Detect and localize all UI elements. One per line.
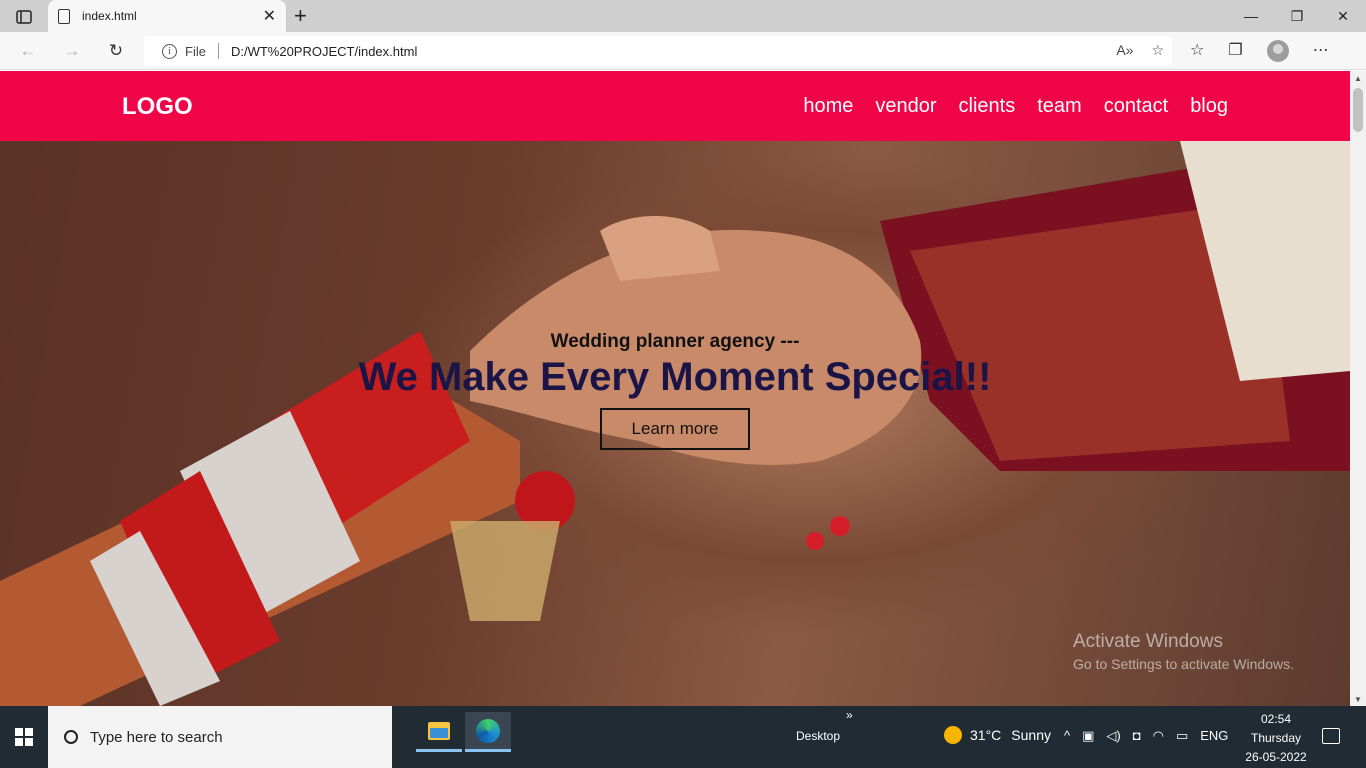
read-aloud-icon[interactable]: A» xyxy=(1116,42,1133,59)
search-icon xyxy=(64,730,78,744)
document-icon xyxy=(58,8,70,24)
chevron-up-icon[interactable]: ^ xyxy=(1064,728,1070,744)
language-indicator[interactable]: ENG xyxy=(1200,728,1228,744)
site-menu: home vendor clients team contact blog xyxy=(803,95,1228,118)
nav-link-blog[interactable]: blog xyxy=(1190,95,1228,118)
address-bar-actions: A» ☆ xyxy=(1116,42,1164,59)
hero-title: We Make Every Moment Special!! xyxy=(358,355,992,399)
nav-link-contact[interactable]: contact xyxy=(1104,95,1168,118)
scroll-down-icon[interactable]: ▼ xyxy=(1350,695,1366,704)
favorites-icon[interactable]: ☆ xyxy=(1190,40,1204,62)
network-drive-icon[interactable]: ▣ xyxy=(1082,728,1094,744)
battery-icon[interactable]: ▭ xyxy=(1176,728,1188,744)
browser-tab-bar: index.html ✕ + — ❐ ✕ xyxy=(0,0,1366,32)
watermark-title: Activate Windows xyxy=(1073,631,1223,652)
scrollbar-thumb[interactable] xyxy=(1353,88,1363,132)
edge-icon xyxy=(476,718,500,743)
scroll-up-icon[interactable]: ▲ xyxy=(1350,74,1366,83)
sun-icon xyxy=(944,726,962,744)
divider xyxy=(217,43,219,59)
clock-date: 26-05-2022 xyxy=(1245,750,1307,764)
nav-link-clients[interactable]: clients xyxy=(959,95,1016,118)
desktop-toolbar-label[interactable]: Desktop xyxy=(796,729,840,743)
edge-button[interactable] xyxy=(465,712,511,752)
info-icon[interactable]: i xyxy=(162,43,177,59)
scheme-label: File xyxy=(185,43,206,59)
camera-icon[interactable]: ◘ xyxy=(1133,728,1141,744)
address-bar[interactable]: i File D:/WT%20PROJECT/index.html A» ☆ xyxy=(144,36,1172,66)
url-text[interactable]: D:/WT%20PROJECT/index.html xyxy=(231,44,417,59)
collections-icon[interactable]: ❐ xyxy=(1228,40,1242,62)
back-button[interactable]: ← xyxy=(16,40,40,62)
wifi-icon[interactable]: ◠ xyxy=(1153,728,1164,744)
volume-icon[interactable]: ◁) xyxy=(1106,728,1120,744)
more-menu-icon[interactable]: ⋯ xyxy=(1313,40,1329,62)
weather-temp: 31°C xyxy=(970,727,1002,743)
tab-title: index.html xyxy=(82,9,137,23)
nav-link-team[interactable]: team xyxy=(1037,95,1081,118)
windows-logo-icon xyxy=(15,728,33,746)
forward-button[interactable]: → xyxy=(60,40,84,62)
search-placeholder: Type here to search xyxy=(90,728,223,746)
address-toolbar: ← → ↻ i File D:/WT%20PROJECT/index.html … xyxy=(0,32,1366,70)
minimize-button[interactable]: — xyxy=(1228,0,1274,32)
weather-widget[interactable]: 31°C Sunny xyxy=(944,726,1051,744)
hero-section: Wedding planner agency --- We Make Every… xyxy=(0,141,1350,706)
site-logo[interactable]: LOGO xyxy=(122,93,193,121)
page-scrollbar[interactable]: ▲ ▼ xyxy=(1350,71,1366,706)
taskbar-search[interactable]: Type here to search xyxy=(48,706,392,768)
site-navbar: LOGO home vendor clients team contact bl… xyxy=(0,71,1350,141)
learn-more-button[interactable]: Learn more xyxy=(599,408,751,450)
hero-subtitle: Wedding planner agency --- xyxy=(550,331,800,352)
taskbar-clock[interactable]: 02:54 Thursday 26-05-2022 xyxy=(1240,710,1312,767)
browser-tab[interactable]: index.html ✕ xyxy=(48,0,286,32)
system-tray: ^ ▣ ◁) ◘ ◠ ▭ ENG xyxy=(1064,728,1228,744)
new-tab-button[interactable]: + xyxy=(294,4,307,28)
window-controls: — ❐ ✕ xyxy=(1228,0,1366,32)
browser-toolbar-icons: ☆ ❐ ⋯ xyxy=(1190,40,1329,62)
windows-taskbar: Type here to search » Desktop 31°C Sunny… xyxy=(0,706,1366,768)
folder-icon xyxy=(428,721,450,740)
close-window-button[interactable]: ✕ xyxy=(1320,0,1366,32)
profile-avatar[interactable] xyxy=(1266,40,1289,62)
clock-day: Thursday xyxy=(1250,731,1302,745)
nav-link-home[interactable]: home xyxy=(803,95,853,118)
weather-condition: Sunny xyxy=(1011,727,1051,743)
clock-time: 02:54 xyxy=(1260,712,1292,726)
file-explorer-button[interactable] xyxy=(416,712,462,752)
start-button[interactable] xyxy=(0,706,48,768)
activate-windows-watermark: Activate Windows Go to Settings to activ… xyxy=(1073,631,1294,672)
page-viewport: LOGO home vendor clients team contact bl… xyxy=(0,71,1350,706)
hero-text-block: Wedding planner agency --- We Make Every… xyxy=(0,331,1350,450)
add-favorite-icon[interactable]: ☆ xyxy=(1151,42,1164,59)
nav-link-vendor[interactable]: vendor xyxy=(875,95,936,118)
tab-close-icon[interactable]: ✕ xyxy=(263,6,276,26)
chevron-double-right-icon[interactable]: » xyxy=(846,708,853,722)
refresh-button[interactable]: ↻ xyxy=(104,40,128,62)
tab-actions-icon[interactable] xyxy=(8,6,40,28)
notification-icon[interactable] xyxy=(1322,728,1340,744)
restore-button[interactable]: ❐ xyxy=(1274,0,1320,32)
watermark-subtitle: Go to Settings to activate Windows. xyxy=(1073,656,1294,672)
